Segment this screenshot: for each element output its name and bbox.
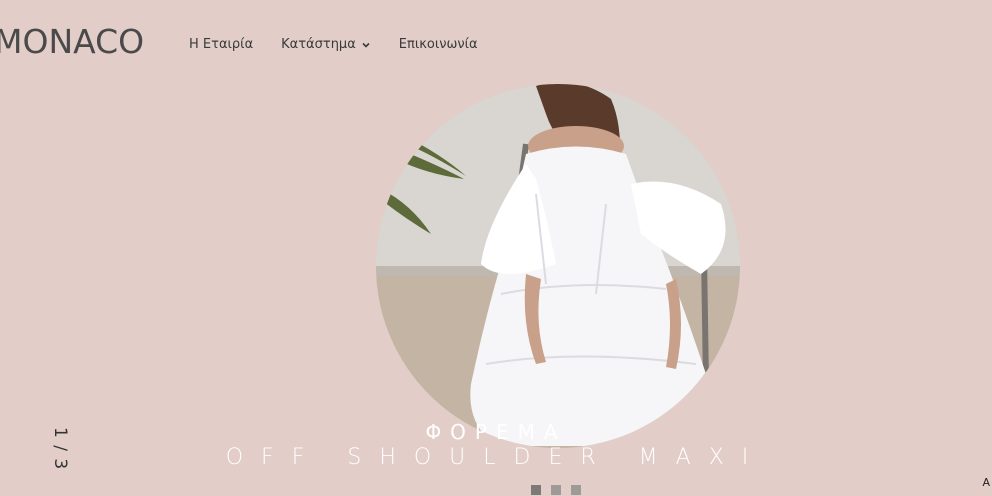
slide-title[interactable]: OFF SHOULDER MAXI [0,445,992,470]
slide-counter-wrap: 1 / 3 [46,214,70,470]
dress-photo-illustration [376,84,740,448]
slider-dot-2[interactable] [551,485,561,495]
corner-text: A [982,476,990,489]
nav-item-company[interactable]: Η Εταιρία [189,36,253,54]
chevron-down-icon [362,42,370,48]
nav-item-label: Η Εταιρία [189,37,254,52]
main-nav: Η Εταιρία Κατάστημα Επικοινωνία [189,36,478,54]
slider-dot-3[interactable] [571,485,581,495]
logo[interactable]: MONACO [0,22,144,62]
nav-item-store[interactable]: Κατάστημα [281,36,371,54]
slide-category: ΦΟΡΕΜΑ [425,420,567,444]
slider-dots [531,485,581,495]
slider-dot-1[interactable] [531,485,541,495]
nav-item-label: Κατάστημα [281,37,356,52]
nav-item-label: Επικοινωνία [398,37,478,52]
nav-item-contact[interactable]: Επικοινωνία [399,36,478,54]
hero-image [376,84,740,448]
